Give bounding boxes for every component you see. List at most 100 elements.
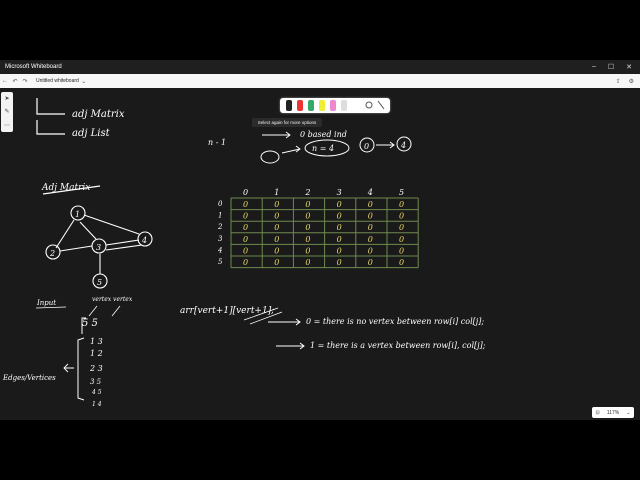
matrix-cell: 0: [243, 223, 248, 232]
matrix-col-header: 2: [304, 188, 310, 197]
yellow-highlighter-icon: [319, 100, 325, 111]
share-icon[interactable]: ⇪: [616, 78, 621, 85]
matrix-row-header: 2: [217, 223, 223, 231]
matrix-cell: 0: [274, 200, 279, 209]
matrix-cell: 0: [274, 258, 279, 267]
red-pen-icon: [297, 100, 303, 111]
zoom-menu-icon[interactable]: ⌄: [626, 410, 630, 416]
ink-layer: adj Matrix adj List Adj Matrix 1 2 3 4 5…: [2, 98, 486, 408]
arrow-stroke: [36, 98, 65, 115]
matrix-cell: 0: [399, 200, 404, 209]
note-adj-list: adj List: [72, 128, 111, 139]
matrix-cell: 0: [368, 246, 373, 255]
graph-node-4: 4: [141, 236, 147, 245]
rule-zero: 0 = there is no vertex between row[i] co…: [306, 317, 484, 326]
matrix-cell: 0: [305, 258, 310, 267]
note-n-minus-1: n - 1: [208, 138, 226, 147]
green-pen-icon: [308, 100, 314, 111]
matrix-cell: 0: [243, 258, 248, 267]
close-icon[interactable]: ✕: [626, 63, 632, 71]
matrix-cell: 0: [399, 235, 404, 244]
pen-tray-pens[interactable]: [280, 98, 390, 113]
matrix-cell: 0: [274, 246, 279, 255]
pink-highlighter-icon: [330, 100, 336, 111]
back-icon[interactable]: ←: [0, 78, 10, 84]
matrix-row-header: 4: [217, 246, 222, 254]
matrix-cell: 0: [368, 258, 373, 267]
note-four-circle: 4: [400, 141, 406, 150]
eraser-icon: [341, 100, 347, 111]
note-zero-based: 0 based ind: [300, 130, 347, 139]
edge-row: 2 3: [89, 364, 103, 373]
matrix-cell: 0: [368, 212, 373, 221]
vertex-counts: 5 5: [82, 318, 98, 329]
matrix-cell: 0: [243, 212, 248, 221]
matrix-cell: 0: [337, 258, 342, 267]
heading-adj-matrix: Adj Matrix: [41, 183, 90, 193]
document-title[interactable]: Untitled whiteboard: [36, 78, 79, 84]
matrix-cell: 0: [399, 212, 404, 221]
matrix-col-header: 0: [243, 188, 248, 197]
settings-icon[interactable]: ⚙: [629, 78, 634, 85]
matrix-cell: 0: [274, 212, 279, 221]
matrix-cell: 0: [399, 246, 404, 255]
graph-node-3: 3: [96, 243, 101, 252]
edge-row: 1 3: [90, 337, 103, 346]
pen-tray: [280, 98, 390, 113]
chevron-down-icon[interactable]: ⌄: [79, 78, 89, 85]
matrix-row-header: 3: [218, 235, 223, 243]
left-tool-rail: ➤ ✎ ⋯: [1, 92, 13, 132]
lasso-icon: [365, 101, 373, 109]
matrix-cell: 0: [337, 235, 342, 244]
minimize-icon[interactable]: –: [592, 63, 596, 71]
matrix-cell: 0: [274, 235, 279, 244]
matrix-cell: 0: [305, 223, 310, 232]
redo-icon[interactable]: ↷: [20, 78, 30, 85]
black-pen-icon: [286, 100, 292, 111]
matrix-cell: 0: [243, 200, 248, 209]
undo-icon[interactable]: ↶: [10, 78, 20, 85]
whiteboard-canvas[interactable]: adj Matrix adj List Adj Matrix 1 2 3 4 5…: [0, 88, 640, 420]
matrix-cell: 0: [243, 235, 248, 244]
edge-row: 1 2: [90, 349, 103, 358]
input-label: Input: [36, 299, 56, 307]
app-toolbar: ← ↶ ↷ Untitled whiteboard ⌄ ⇪ ⚙: [0, 74, 640, 89]
pen-tool-icon[interactable]: ✎: [4, 108, 9, 115]
graph-node-5: 5: [97, 278, 102, 287]
maximize-icon[interactable]: ☐: [608, 63, 614, 71]
matrix-row-header: 0: [218, 200, 223, 208]
matrix-cell: 0: [305, 235, 310, 244]
edge-row: 1 4: [92, 401, 102, 408]
matrix-col-header: 3: [337, 188, 342, 197]
matrix-cell: 0: [243, 246, 248, 255]
fit-view-icon[interactable]: ⊡: [596, 410, 600, 416]
matrix-row-header: 1: [218, 212, 222, 220]
select-tool-icon[interactable]: ➤: [4, 95, 9, 102]
edge-row: 3 5: [90, 378, 102, 386]
matrix-cell: 0: [337, 212, 342, 221]
note-zero-circle: 0: [364, 142, 369, 151]
graph-node-1: 1: [75, 210, 80, 219]
rule-one: 1 = there is a vertex between row[i], co…: [310, 341, 486, 350]
matrix-cell: 0: [337, 223, 342, 232]
arrow-stroke: [36, 120, 65, 135]
edges-label: Edges/Vertices: [2, 374, 56, 382]
zoom-control: ⊡ 117% ⌄: [592, 407, 634, 418]
vertex-label: vertex vertex: [92, 296, 133, 303]
tooltip: Select again for more options: [252, 118, 322, 127]
adjacency-matrix: 0 1 2 3 4 5 0 1 2 3 4 5 0 0 0 0 0 0 0 0 0 0 0 0 0 0 0 0 0 0 0 0 0 0 0 0 0 0 0 0…: [217, 188, 419, 269]
matrix-cell: 0: [368, 200, 373, 209]
title-bar: Microsoft Whiteboard – ☐ ✕: [0, 60, 640, 74]
more-tools-icon[interactable]: ⋯: [4, 122, 10, 129]
matrix-cell: 0: [305, 212, 310, 221]
matrix-cell: 0: [337, 200, 342, 209]
matrix-col-header: 5: [399, 188, 404, 197]
app-title: Microsoft Whiteboard: [5, 64, 62, 70]
ruler-icon: [377, 100, 385, 110]
matrix-cell: 0: [337, 246, 342, 255]
matrix-cell: 0: [305, 200, 310, 209]
zoom-level[interactable]: 117%: [607, 410, 619, 416]
matrix-cell: 0: [399, 223, 404, 232]
matrix-row-header: 5: [218, 258, 223, 266]
matrix-col-header: 1: [274, 188, 279, 197]
